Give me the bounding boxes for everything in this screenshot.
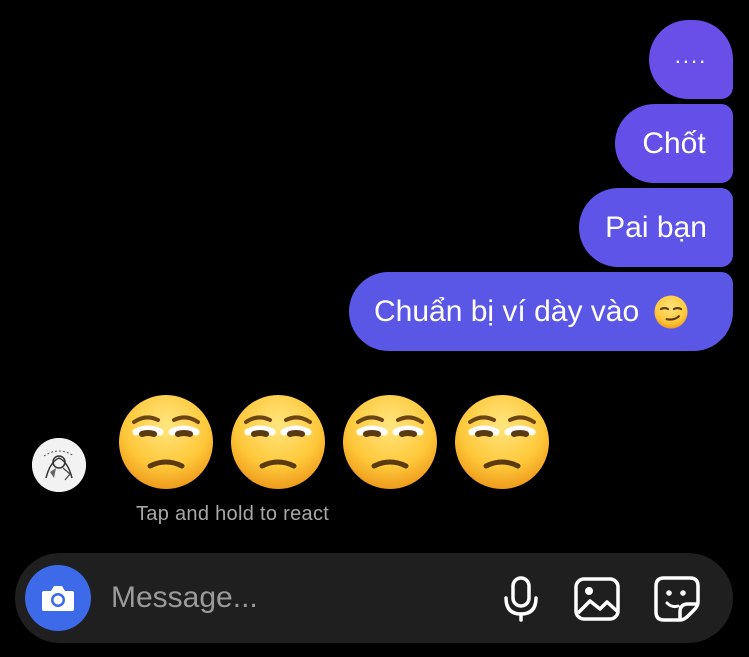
react-hint: Tap and hold to react bbox=[136, 503, 330, 525]
sent-message-bubble[interactable]: Chuẩn bị ví dày vào bbox=[349, 272, 733, 351]
avatar[interactable] bbox=[32, 438, 86, 492]
gallery-button[interactable] bbox=[573, 575, 621, 623]
unamused-face-icon[interactable] bbox=[228, 392, 328, 492]
smirking-face-icon bbox=[654, 294, 688, 329]
sent-message-bubble[interactable]: .... bbox=[649, 20, 733, 99]
sticker-button[interactable] bbox=[653, 575, 701, 623]
gallery-icon bbox=[574, 577, 620, 621]
unamused-face-icon[interactable] bbox=[452, 392, 552, 492]
message-text: .... bbox=[674, 42, 708, 68]
message-text: Chốt bbox=[642, 126, 706, 160]
message-input[interactable] bbox=[111, 575, 481, 621]
camera-button[interactable] bbox=[25, 565, 91, 631]
microphone-button[interactable] bbox=[497, 575, 545, 623]
message-text: Pai bạn bbox=[605, 210, 707, 244]
microphone-icon bbox=[504, 576, 538, 622]
avatar-sketch-icon bbox=[32, 438, 86, 492]
sticker-icon bbox=[654, 576, 700, 622]
unamused-face-icon[interactable] bbox=[340, 392, 440, 492]
sent-message-bubble[interactable]: Pai bạn bbox=[579, 188, 733, 267]
message-text: Chuẩn bị ví dày vào bbox=[374, 294, 640, 328]
unamused-face-icon[interactable] bbox=[116, 392, 216, 492]
camera-icon bbox=[42, 586, 74, 611]
sent-message-bubble[interactable]: Chốt bbox=[615, 104, 733, 183]
message-composer bbox=[15, 553, 733, 643]
